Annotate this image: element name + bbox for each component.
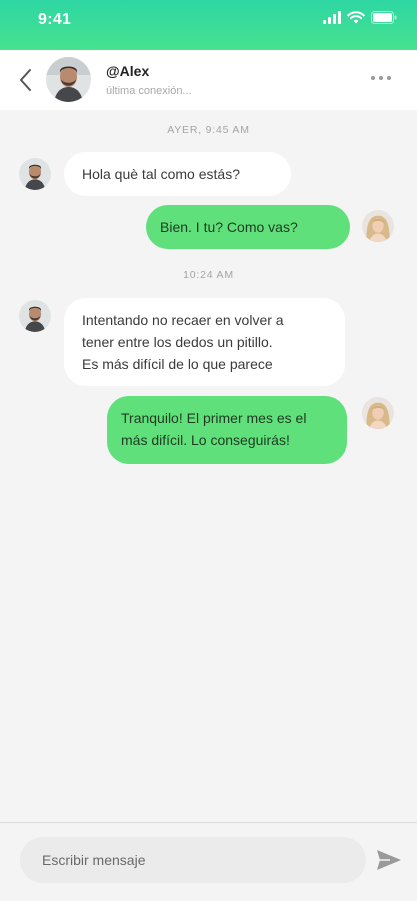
message-text: Tranquilo! El primer mes es el [121,410,307,426]
chevron-left-icon[interactable] [14,65,38,95]
status-bar: 9:41 [0,0,417,50]
message-text: tener entre los dedos un pitillo. [82,334,273,350]
timestamp: 10:24 AM [183,269,234,281]
status-icons [323,11,397,24]
last-seen-label: última conexión... [106,85,192,97]
message-bubble-outgoing[interactable]: Bien. I tu? Como vas? [146,205,350,249]
message-text: Intentando no recaer en volver a [82,312,284,328]
own-avatar[interactable] [362,397,394,429]
own-avatar[interactable] [362,210,394,242]
message-composer [0,822,417,901]
chat-header: @Alex última conexión... [0,50,417,110]
send-icon[interactable] [376,849,402,871]
signal-icon [323,11,341,24]
message-text: Es más difícil de lo que parece [82,356,273,372]
battery-icon [371,11,397,24]
message-bubble-incoming[interactable]: Intentando no recaer en volver a tener e… [64,298,345,386]
message-text: más difícil. Lo conseguirás! [121,432,290,448]
message-bubble-outgoing[interactable]: Tranquilo! El primer mes es el más difíc… [107,396,347,464]
message-text: Bien. I tu? Como vas? [160,219,298,235]
timestamp: AYER, 9:45 AM [167,124,250,136]
status-time: 9:41 [38,11,72,28]
wifi-icon [347,11,365,24]
sender-avatar[interactable] [19,300,51,332]
sender-avatar[interactable] [19,158,51,190]
message-bubble-incoming[interactable]: Hola què tal como estás? [64,152,291,196]
message-text: Hola què tal como estás? [82,166,240,182]
more-horizontal-icon[interactable] [371,76,391,80]
contact-avatar[interactable] [46,57,91,102]
message-input[interactable] [20,837,366,883]
contact-name[interactable]: @Alex [106,63,149,79]
